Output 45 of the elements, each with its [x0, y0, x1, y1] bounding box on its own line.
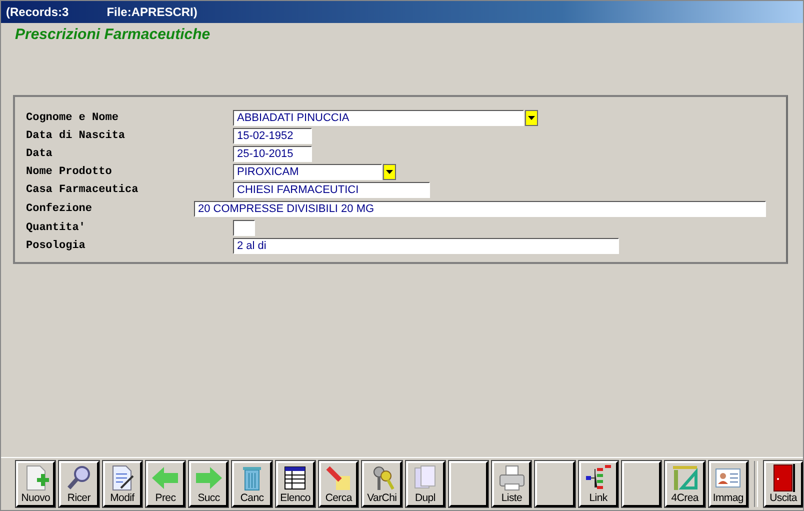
toolbar-button[interactable]: Prec — [146, 461, 186, 507]
toolbar-button[interactable]: Link — [578, 461, 618, 507]
toolbar-button[interactable]: Canc — [232, 461, 272, 507]
blank-toolbar-button[interactable] — [448, 461, 488, 507]
input-field[interactable]: PIROXICAM — [233, 164, 382, 180]
field-label: Confezione — [26, 203, 94, 215]
input-field[interactable]: 15-02-1952 — [233, 128, 312, 144]
dropdown-button[interactable] — [383, 164, 396, 180]
toolbar-button[interactable]: Modif — [102, 461, 142, 507]
input-field[interactable] — [233, 220, 255, 236]
blank-toolbar-button[interactable] — [622, 461, 662, 507]
printer-icon — [496, 464, 527, 492]
input-field[interactable]: 2 al di — [233, 238, 619, 254]
field-label: Quantita' — [26, 222, 86, 234]
toolbar-button[interactable]: Uscita — [764, 461, 803, 507]
toolbar-button[interactable]: Immag — [708, 461, 748, 507]
left-arrow-icon — [150, 464, 180, 492]
caret-icon — [528, 116, 535, 120]
blank-toolbar-button[interactable] — [535, 461, 575, 507]
input-field[interactable]: ABBIADATI PINUCCIA — [233, 110, 524, 126]
toolbar-button[interactable]: Liste — [492, 461, 532, 507]
tree-icon — [583, 464, 614, 492]
field-label: Cognome e Nome — [26, 112, 120, 124]
toolbar-button[interactable]: Nuovo — [16, 461, 56, 507]
field-label: Casa Farmaceutica — [26, 184, 140, 196]
caret-icon — [386, 170, 393, 174]
window-title: File:APRESCRI) — [106, 5, 198, 19]
right-arrow-icon — [194, 464, 224, 492]
field-label: Data di Nascita — [26, 130, 126, 142]
toolbar-button[interactable]: 4Crea — [665, 461, 704, 507]
input-field[interactable]: 25-10-2015 — [233, 146, 312, 162]
input-field[interactable]: CHIESI FARMACEUTICI — [233, 182, 430, 198]
field-label: Nome Prodotto — [26, 166, 113, 178]
field-label: Data — [26, 148, 54, 160]
input-field[interactable]: 20 COMPRESSE DIVISIBILI 20 MG — [194, 201, 766, 217]
field-label: Posologia — [26, 240, 86, 252]
toolbar-button[interactable]: Ricer — [59, 461, 99, 507]
toolbar-button[interactable]: VarChi — [362, 461, 402, 507]
toolbar-button[interactable]: Cerca — [318, 461, 358, 507]
toolbar-button[interactable]: Dupl — [406, 461, 445, 507]
toolbar-button[interactable]: Elenco — [276, 461, 315, 507]
toolbar-button[interactable]: Succ — [189, 461, 228, 507]
window-title: (Records:3 — [6, 5, 69, 19]
form-heading: Prescrizioni Farmaceutiche — [15, 26, 212, 43]
dropdown-button[interactable] — [525, 110, 538, 126]
